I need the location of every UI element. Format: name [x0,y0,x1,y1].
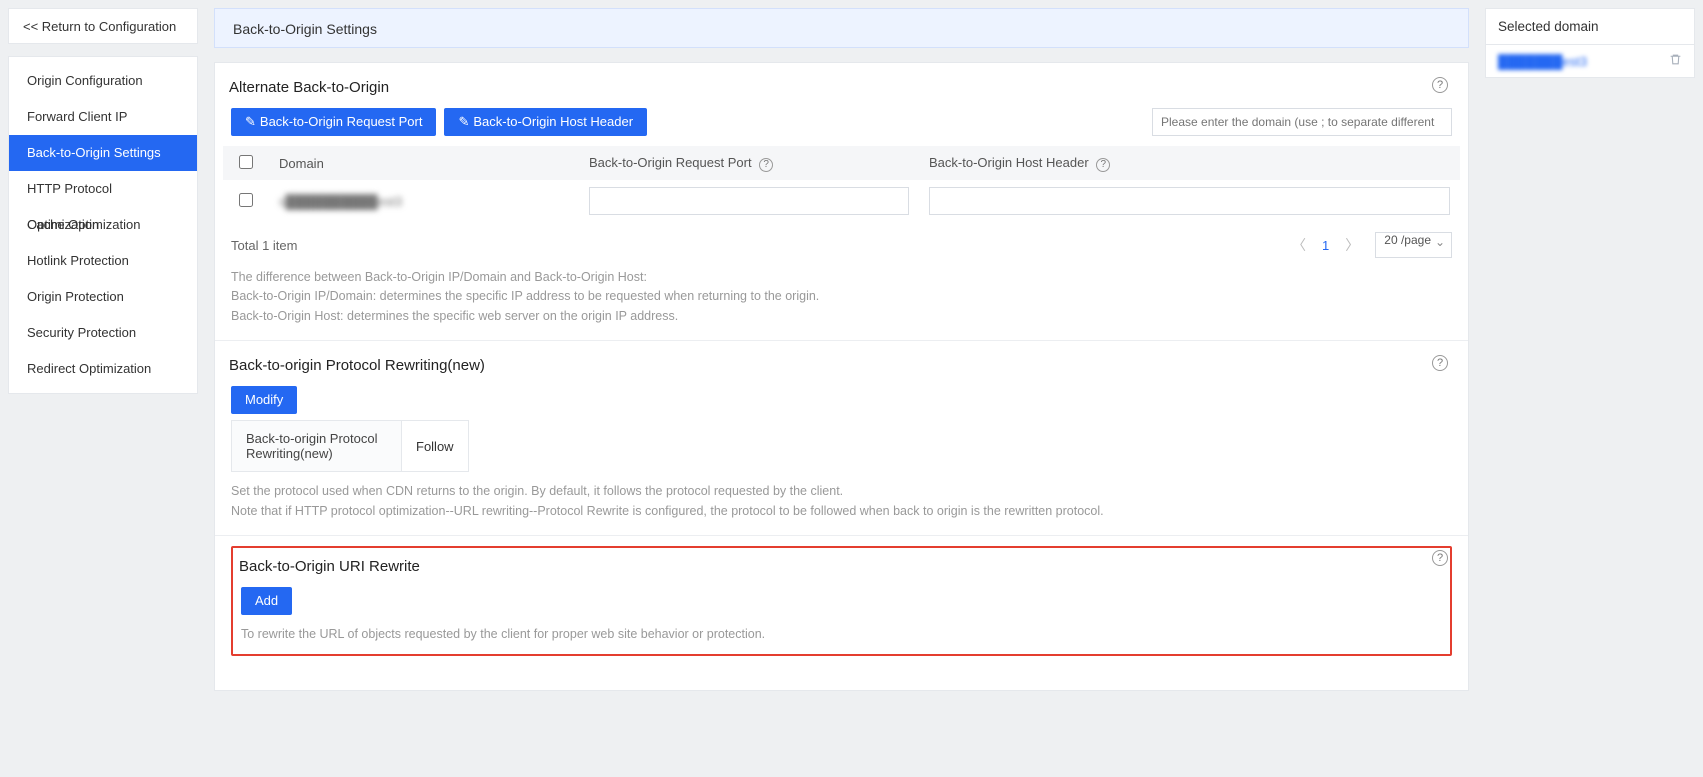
sidebar-item-hotlink-protection[interactable]: Hotlink Protection [9,243,197,279]
row-select-checkbox[interactable] [239,193,253,207]
selected-domain-panel: Selected domain ███████est3 [1485,8,1695,78]
select-all-checkbox[interactable] [239,155,253,169]
kv-value: Follow [402,421,469,472]
next-page-button[interactable]: 〉 [1345,235,1359,255]
pencil-icon: ✎ [245,114,256,129]
help-icon[interactable]: ? [1432,355,1448,371]
info-note: To rewrite the URL of objects requested … [241,625,1442,644]
section-title: Back-to-Origin URI Rewrite [239,558,1444,575]
domain-table: Domain Back-to-Origin Request Port ? Bac… [223,146,1460,222]
request-port-input[interactable] [589,187,909,215]
table-row: s██████████est3 [223,180,1460,222]
column-header-port: Back-to-Origin Request Port ? [579,146,919,180]
kv-key: Back-to-origin Protocol Rewriting(new) [232,421,402,472]
sidebar-item-security-protection[interactable]: Security Protection [9,315,197,351]
panel-header: Selected domain [1486,9,1694,45]
sidebar-item-cache-optimization[interactable]: Cache Optimization [9,207,197,243]
selected-domain-row: ███████est3 [1486,45,1694,77]
selected-domain-name[interactable]: ███████est3 [1498,54,1587,69]
page-size-select[interactable]: 20 /page [1375,232,1452,258]
domain-filter-input[interactable] [1152,108,1452,136]
highlight-box: Back-to-Origin URI Rewrite Add To rewrit… [231,546,1452,656]
button-label: Back-to-Origin Request Port [260,114,423,129]
section-alternate-back-to-origin: ? Alternate Back-to-Origin ✎ Back-to-Orig… [215,63,1468,341]
host-header-input[interactable] [929,187,1450,215]
info-note: The difference between Back-to-Origin IP… [231,268,1452,326]
section-title: Back-to-origin Protocol Rewriting(new) [229,357,1454,374]
back-to-origin-request-port-button[interactable]: ✎ Back-to-Origin Request Port [231,108,436,136]
modify-button[interactable]: Modify [231,386,297,414]
total-items-label: Total 1 item [231,238,297,253]
current-page-number[interactable]: 1 [1322,238,1329,253]
help-icon[interactable]: ? [1432,77,1448,93]
sidebar-item-origin-protection[interactable]: Origin Protection [9,279,197,315]
help-icon[interactable]: ? [1432,550,1448,566]
page-title: Back-to-Origin Settings [214,8,1469,48]
sidebar-item-origin-configuration[interactable]: Origin Configuration [9,63,197,99]
add-button[interactable]: Add [241,587,292,615]
section-uri-rewrite: ? Back-to-Origin URI Rewrite Add To rewr… [215,536,1468,670]
section-title: Alternate Back-to-Origin [229,79,1454,96]
help-icon[interactable]: ? [759,158,773,172]
column-header-domain: Domain [269,146,579,180]
trash-icon[interactable] [1669,53,1682,69]
pencil-icon: ✎ [458,114,469,129]
button-label: Back-to-Origin Host Header [473,114,633,129]
sidebar-item-redirect-optimization[interactable]: Redirect Optimization [9,351,197,387]
sidebar-item-forward-client-ip[interactable]: Forward Client IP [9,99,197,135]
domain-cell: s██████████est3 [279,194,402,209]
column-header-host: Back-to-Origin Host Header ? [919,146,1460,180]
sidebar-item-back-to-origin-settings[interactable]: Back-to-Origin Settings [9,135,197,171]
help-icon[interactable]: ? [1096,158,1110,172]
protocol-rewriting-table: Back-to-origin Protocol Rewriting(new) F… [231,420,469,472]
info-note: Set the protocol used when CDN returns t… [231,482,1452,521]
sidebar-item-http-protocol-optimization[interactable]: HTTP Protocol Optimization [9,171,197,207]
return-to-configuration-link[interactable]: << Return to Configuration [8,8,198,44]
section-protocol-rewriting: ? Back-to-origin Protocol Rewriting(new)… [215,341,1468,536]
sidebar-nav: Origin Configuration Forward Client IP B… [8,56,198,394]
back-to-origin-host-header-button[interactable]: ✎ Back-to-Origin Host Header [444,108,647,136]
prev-page-button[interactable]: 〈 [1292,235,1306,255]
